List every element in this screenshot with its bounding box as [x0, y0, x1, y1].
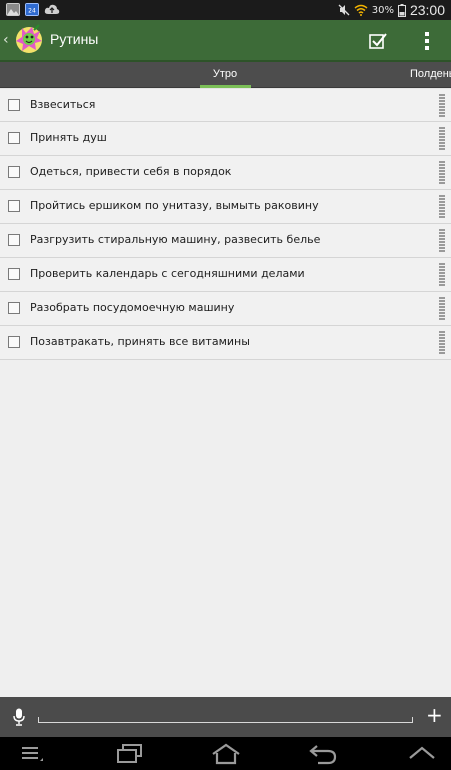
- status-bar: 24 30% 23:00: [0, 0, 451, 20]
- battery-icon: [397, 3, 406, 17]
- back-chevron-icon[interactable]: ‹: [3, 32, 9, 48]
- home-icon[interactable]: [210, 743, 242, 765]
- overflow-menu-icon[interactable]: [420, 29, 434, 53]
- drag-handle-icon[interactable]: [439, 161, 445, 185]
- task-checkbox[interactable]: [8, 200, 20, 212]
- system-nav-bar: [0, 737, 451, 770]
- task-checkbox[interactable]: [8, 132, 20, 144]
- task-label: Разобрать посудомоечную машину: [30, 301, 235, 314]
- calendar-24-icon: 24: [25, 3, 39, 16]
- wifi-icon: [354, 4, 368, 16]
- list-item[interactable]: Разгрузить стиральную машину, развесить …: [0, 224, 451, 258]
- checkbox-check-icon[interactable]: [368, 31, 388, 51]
- list-item[interactable]: Позавтракать, принять все витамины: [0, 326, 451, 360]
- recent-apps-icon[interactable]: [115, 743, 145, 765]
- task-checkbox[interactable]: [8, 302, 20, 314]
- task-checkbox[interactable]: [8, 234, 20, 246]
- drag-handle-icon[interactable]: [439, 94, 445, 118]
- battery-percent: 30%: [371, 4, 394, 16]
- app-title: Рутины: [50, 31, 99, 47]
- drag-handle-icon[interactable]: [439, 195, 445, 219]
- task-checkbox[interactable]: [8, 166, 20, 178]
- task-label: Позавтракать, принять все витамины: [30, 335, 250, 348]
- tab-noon[interactable]: Полдень: [410, 68, 451, 80]
- task-list: Взвеситься Принять душ Одеться, привести…: [0, 88, 451, 360]
- drag-handle-icon[interactable]: [439, 127, 445, 151]
- drag-handle-icon[interactable]: [439, 229, 445, 253]
- task-label: Принять душ: [30, 131, 107, 144]
- microphone-icon[interactable]: [12, 708, 26, 726]
- new-task-input[interactable]: [38, 705, 413, 723]
- up-icon[interactable]: [407, 743, 437, 761]
- task-checkbox[interactable]: [8, 99, 20, 111]
- menu-icon[interactable]: [20, 743, 44, 763]
- action-bar: ‹ Рутины: [0, 20, 451, 62]
- task-label: Проверить календарь с сегодняшними делам…: [30, 267, 305, 280]
- plus-icon[interactable]: +: [426, 705, 443, 725]
- task-label: Одеться, привести себя в порядок: [30, 165, 232, 178]
- task-label: Разгрузить стиральную машину, развесить …: [30, 233, 321, 246]
- cloud-upload-icon: [44, 4, 60, 14]
- photo-icon: [6, 3, 20, 16]
- task-label: Пройтись ершиком по унитазу, вымыть рако…: [30, 199, 319, 212]
- list-item[interactable]: Взвеситься: [0, 88, 451, 122]
- drag-handle-icon[interactable]: [439, 263, 445, 287]
- task-checkbox[interactable]: [8, 268, 20, 280]
- clock: 23:00: [409, 2, 445, 18]
- list-item[interactable]: Одеться, привести себя в порядок: [0, 156, 451, 190]
- mute-icon: [338, 4, 350, 16]
- task-label: Взвеситься: [30, 98, 96, 111]
- drag-handle-icon[interactable]: [439, 297, 445, 321]
- list-item[interactable]: Разобрать посудомоечную машину: [0, 292, 451, 326]
- add-task-bar: +: [0, 697, 451, 737]
- tab-bar: Утро Полдень: [0, 62, 451, 88]
- drag-handle-icon[interactable]: [439, 331, 445, 355]
- list-item[interactable]: Проверить календарь с сегодняшними делам…: [0, 258, 451, 292]
- list-item[interactable]: Принять душ: [0, 122, 451, 156]
- list-item[interactable]: Пройтись ершиком по унитазу, вымыть рако…: [0, 190, 451, 224]
- task-checkbox[interactable]: [8, 336, 20, 348]
- back-icon[interactable]: [308, 743, 338, 765]
- tab-morning[interactable]: Утро: [200, 68, 250, 80]
- svg-text:24: 24: [28, 8, 36, 15]
- app-logo[interactable]: [12, 22, 46, 56]
